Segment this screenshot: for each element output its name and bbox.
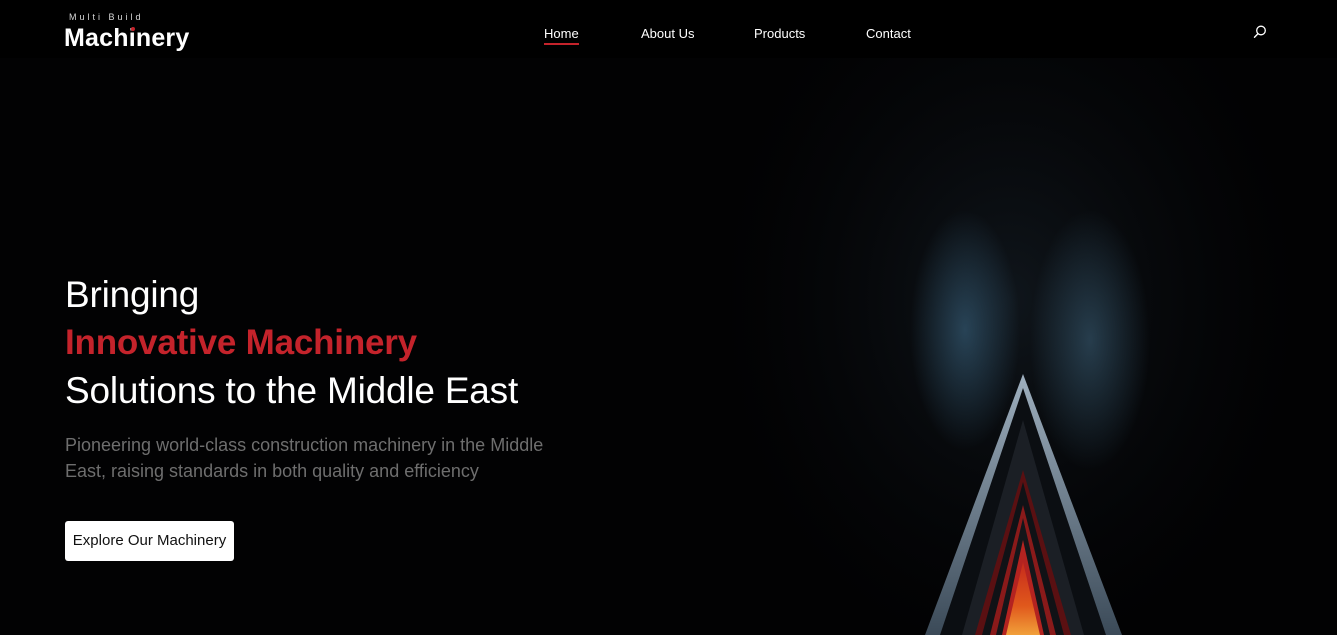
nav-item-products[interactable]: Products <box>754 26 805 48</box>
explore-machinery-button[interactable]: Explore Our Machinery <box>65 521 234 561</box>
nav-item-contact[interactable]: Contact <box>866 26 911 48</box>
nav-item-label: Contact <box>866 26 911 41</box>
active-nav-underline <box>544 43 579 45</box>
nav-item-label: Home <box>544 26 579 41</box>
hero-description: Pioneering world-class construction mach… <box>65 435 544 481</box>
nav-item-home[interactable]: Home <box>544 26 579 48</box>
logo-accent-dot <box>131 27 135 31</box>
nav-item-label: Products <box>754 26 806 41</box>
hero-heading-line-3: Solutions to the Middle East <box>65 370 519 411</box>
logo-wordmark: Machinery <box>64 24 190 52</box>
logo-tagline: Multi Build <box>69 12 144 22</box>
hero-heading-highlight: Innovative Machinery <box>65 323 417 362</box>
nav-item-about-us[interactable]: About Us <box>641 26 694 48</box>
search-button[interactable] <box>1252 24 1268 40</box>
site-logo[interactable]: Multi Build Machinery <box>64 12 194 56</box>
nav-item-label: About Us <box>641 26 695 41</box>
search-icon <box>1253 25 1266 38</box>
hero-heading-line-1: Bringing <box>65 274 200 315</box>
